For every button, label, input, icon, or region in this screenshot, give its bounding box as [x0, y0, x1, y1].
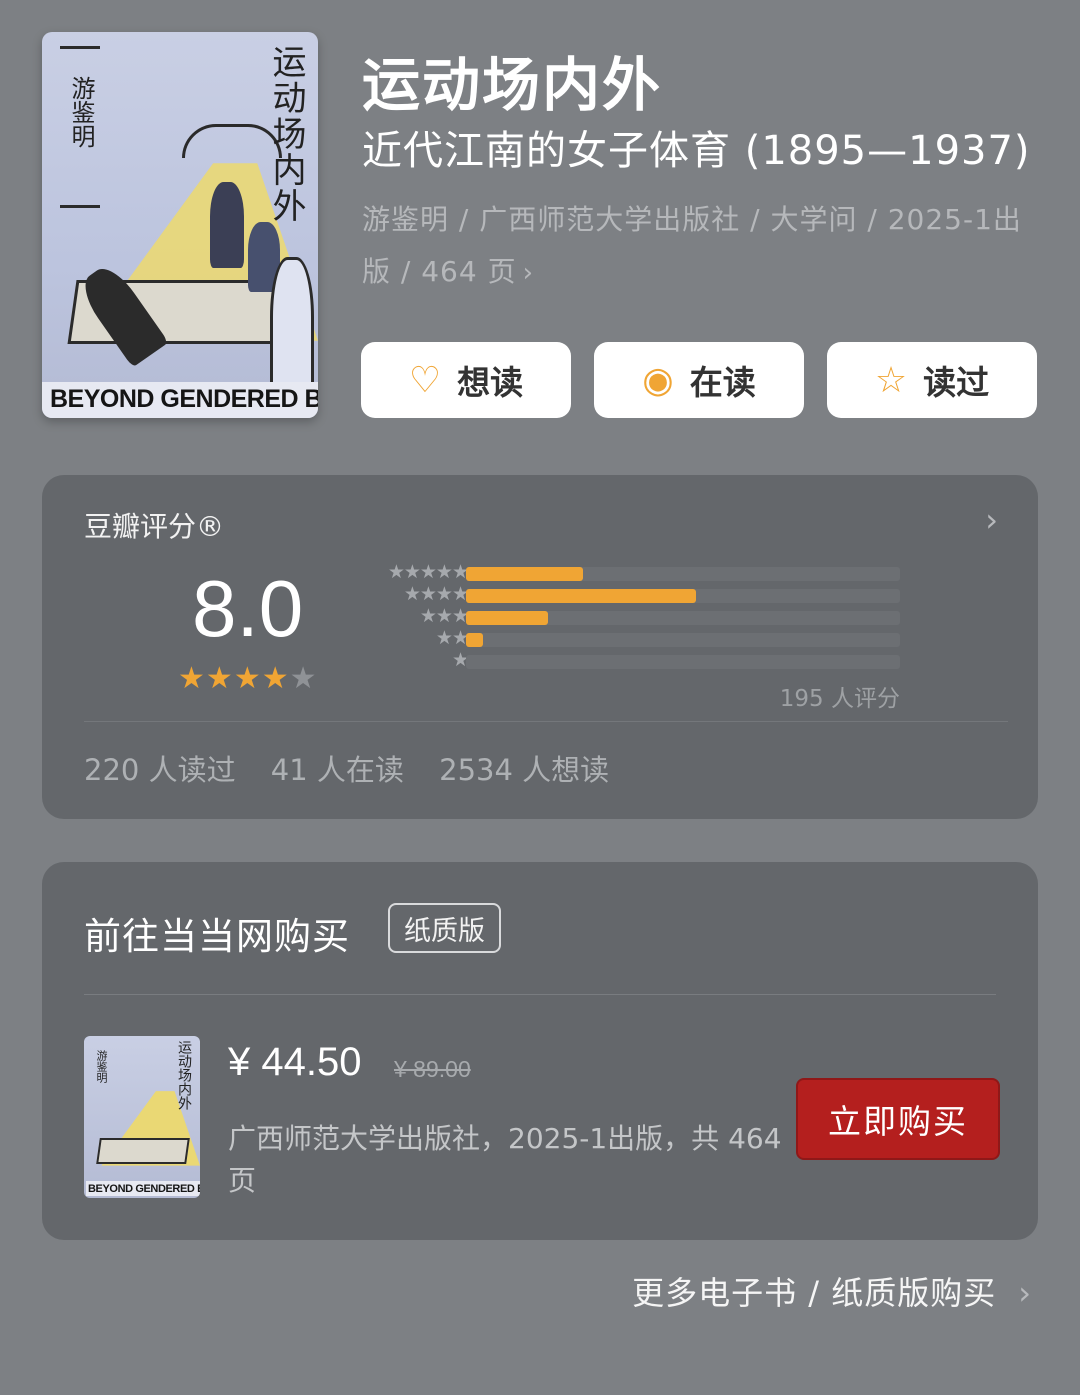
heart-plus-icon: ♡ — [408, 359, 442, 401]
want-to-read-button[interactable]: ♡ 想读 — [361, 342, 571, 418]
star-filled-icon: ★ — [205, 661, 234, 696]
want-count[interactable]: 2534 人想读 — [439, 753, 609, 787]
reading-count[interactable]: 41 人在读 — [271, 753, 404, 787]
target-icon: ◉ — [642, 359, 674, 401]
book-thumbnail[interactable]: 游鉴明 运动场内外 BEYOND GENDERED BO — [84, 1036, 200, 1198]
five-star-icon: ★★★★★ — [387, 561, 469, 583]
cover-english-title: BEYOND GENDERED BO — [50, 385, 318, 413]
star-filled-icon: ★ — [233, 661, 262, 696]
thumb-english-title: BEYOND GENDERED BO — [86, 1181, 200, 1196]
distribution-fill — [466, 633, 484, 647]
cover-title: 运动场内外 — [266, 44, 306, 224]
rating-score: 8.0 — [192, 564, 304, 653]
cover-billiard-table — [96, 1138, 190, 1164]
rating-stars: ★★★★★ — [178, 661, 318, 696]
rating-card[interactable]: 豆瓣评分® › 8.0 ★★★★★ ★★★★★ ★★★★ ★★★ ★★ ★ 19… — [42, 475, 1038, 819]
reading-button[interactable]: ◉ 在读 — [594, 342, 804, 418]
distribution-row-2: ★★ — [354, 627, 914, 649]
star-outline-icon: ☆ — [874, 359, 908, 401]
divider — [84, 721, 1008, 722]
want-to-read-label: 想读 — [457, 363, 524, 402]
distribution-fill — [466, 611, 549, 625]
star-filled-icon: ★ — [178, 661, 206, 696]
distribution-track — [466, 611, 900, 625]
distribution-fill — [466, 589, 697, 603]
purchase-card: 前往当当网购买 纸质版 游鉴明 运动场内外 BEYOND GENDERED BO… — [42, 862, 1038, 1240]
more-purchase-label: 更多电子书 / 纸质版购买 — [632, 1274, 997, 1312]
chevron-right-icon[interactable]: › — [985, 501, 998, 539]
divider — [84, 994, 996, 995]
book-meta-link[interactable]: 游鉴明 / 广西师范大学出版社 / 大学问 / 2025-1出版 / 464 页… — [362, 194, 1042, 299]
cover-figure — [210, 182, 244, 268]
three-star-icon: ★★★ — [419, 605, 469, 627]
rating-label: 豆瓣评分® — [84, 510, 225, 543]
thumb-title: 运动场内外 — [176, 1040, 192, 1110]
distribution-track — [466, 655, 900, 669]
distribution-row-3: ★★★ — [354, 605, 914, 627]
four-star-icon: ★★★★ — [403, 583, 469, 605]
have-read-label: 读过 — [923, 363, 990, 402]
distribution-row-4: ★★★★ — [354, 583, 914, 605]
distribution-row-1: ★ — [354, 649, 914, 671]
current-price: ¥ 44.50 — [228, 1040, 362, 1084]
two-star-icon: ★★ — [435, 627, 469, 649]
star-empty-icon: ★ — [289, 661, 318, 696]
rating-count: 195 人评分 — [779, 686, 900, 712]
distribution-track — [466, 589, 900, 603]
book-title: 运动场内外 — [362, 51, 663, 119]
cover-author: 游鉴明 — [67, 76, 95, 148]
reading-label: 在读 — [689, 363, 756, 402]
distribution-track — [466, 633, 900, 647]
book-subtitle: 近代江南的女子体育 (1895—1937) — [362, 128, 1031, 174]
book-cover[interactable]: 游鉴明 运动场内外 BEYOND GENDERED BO — [42, 32, 318, 418]
star-filled-icon: ★ — [261, 661, 290, 696]
purchase-title: 前往当当网购买 — [84, 915, 350, 958]
distribution-track — [466, 567, 900, 581]
edition-badge: 纸质版 — [388, 903, 501, 953]
rating-distribution: ★★★★★ ★★★★ ★★★ ★★ ★ — [354, 561, 914, 685]
have-read-button[interactable]: ☆ 读过 — [827, 342, 1037, 418]
reader-stats: 220 人读过 41 人在读 2534 人想读 — [84, 747, 635, 789]
book-meta-text: 游鉴明 / 广西师范大学出版社 / 大学问 / 2025-1出版 / 464 页 — [362, 203, 1022, 288]
original-price: ¥ 89.00 — [394, 1056, 471, 1082]
more-purchase-link[interactable]: 更多电子书 / 纸质版购买 › — [632, 1268, 1032, 1314]
chevron-right-icon: › — [1018, 1274, 1032, 1312]
distribution-row-5: ★★★★★ — [354, 561, 914, 583]
purchase-description: 广西师范大学出版社，2025-1出版，共 464页 — [228, 1122, 782, 1197]
distribution-fill — [466, 567, 584, 581]
buy-now-button[interactable]: 立即购买 — [796, 1078, 1000, 1160]
chevron-right-icon: › — [522, 258, 534, 288]
thumb-author: 游鉴明 — [95, 1050, 108, 1083]
read-count[interactable]: 220 人读过 — [84, 753, 236, 787]
